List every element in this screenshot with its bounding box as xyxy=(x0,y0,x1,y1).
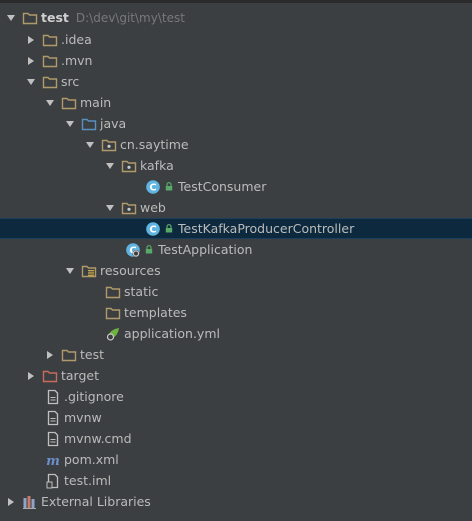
tree-item-label: cn.saytime xyxy=(120,137,189,152)
chevron-down-icon[interactable] xyxy=(105,203,115,213)
file-icon xyxy=(45,410,61,426)
tree-item-templates[interactable]: templates xyxy=(0,302,472,323)
tree-item-label: External Libraries xyxy=(41,494,151,509)
chevron-right-icon[interactable] xyxy=(26,56,36,66)
tree-item-resources[interactable]: resources xyxy=(0,260,472,281)
tree-item-label: resources xyxy=(100,263,161,278)
tree-item-label: .idea xyxy=(61,32,92,47)
tree-item-src[interactable]: src xyxy=(0,71,472,92)
tree-item-external-libraries[interactable]: External Libraries xyxy=(0,491,472,512)
class-icon xyxy=(145,221,161,237)
source-folder-icon xyxy=(81,116,97,132)
tree-item-label: test xyxy=(80,347,105,362)
tree-item-label: application.yml xyxy=(124,326,220,341)
folder-icon xyxy=(22,10,38,26)
chevron-down-icon[interactable] xyxy=(85,140,95,150)
file-icon xyxy=(45,431,61,447)
chevron-down-icon[interactable] xyxy=(65,266,75,276)
tree-item-static[interactable]: static xyxy=(0,281,472,302)
tree-item-main[interactable]: main xyxy=(0,92,472,113)
tree-item-label: TestApplication xyxy=(158,242,253,257)
package-icon xyxy=(101,137,117,153)
folder-icon xyxy=(105,305,121,321)
chevron-down-icon[interactable] xyxy=(26,77,36,87)
chevron-right-icon[interactable] xyxy=(45,350,55,360)
tree-item-label: src xyxy=(61,74,80,89)
chevron-right-icon[interactable] xyxy=(6,497,16,507)
tree-item-target[interactable]: target xyxy=(0,365,472,386)
chevron-down-icon[interactable] xyxy=(45,98,55,108)
libraries-icon xyxy=(22,494,38,510)
tree-item-label: .mvn xyxy=(61,53,93,68)
chevron-right-icon[interactable] xyxy=(26,371,36,381)
tree-item-label: TestConsumer xyxy=(178,179,267,194)
maven-icon xyxy=(45,452,61,468)
root-path: D:\dev\git\my\test xyxy=(75,10,185,25)
tree-item-label: TestKafkaProducerController xyxy=(178,221,355,236)
tree-item-label: test.iml xyxy=(64,473,112,488)
root-label: test xyxy=(41,10,69,25)
resources-folder-icon xyxy=(81,263,97,279)
tree-item-label: web xyxy=(140,200,166,215)
tree-item-java[interactable]: java xyxy=(0,113,472,134)
tree-item-label: mvnw.cmd xyxy=(64,431,132,446)
package-icon xyxy=(121,158,137,174)
tree-item-label: target xyxy=(61,368,100,383)
chevron-right-icon[interactable] xyxy=(26,35,36,45)
tree-item-label: templates xyxy=(124,305,187,320)
tree-item-root[interactable]: test D:\dev\git\my\test xyxy=(0,7,472,28)
tree-item-label: kafka xyxy=(140,158,174,173)
tree-item-pom[interactable]: pom.xml xyxy=(0,449,472,470)
tree-item-gitignore[interactable]: .gitignore xyxy=(0,386,472,407)
excluded-folder-icon xyxy=(42,368,58,384)
lock-icon xyxy=(164,179,174,195)
tree-item-label: main xyxy=(80,95,112,110)
chevron-down-icon[interactable] xyxy=(6,13,16,23)
tree-item-kafka[interactable]: kafka xyxy=(0,155,472,176)
file-icon xyxy=(45,389,61,405)
tree-item-package[interactable]: cn.saytime xyxy=(0,134,472,155)
spring-boot-class-icon xyxy=(125,242,141,258)
folder-icon xyxy=(105,284,121,300)
tree-item-idea[interactable]: .idea xyxy=(0,29,472,50)
tree-item-mvnw-cmd[interactable]: mvnw.cmd xyxy=(0,428,472,449)
tree-item-label: pom.xml xyxy=(64,452,119,467)
tree-item-mvnw[interactable]: mvnw xyxy=(0,407,472,428)
tree-item-test-application[interactable]: TestApplication xyxy=(0,239,472,260)
chevron-down-icon[interactable] xyxy=(65,119,75,129)
lock-icon xyxy=(144,242,154,258)
tree-item-application-yml[interactable]: application.yml xyxy=(0,323,472,344)
package-icon xyxy=(121,200,137,216)
tree-item-test-dir[interactable]: test xyxy=(0,344,472,365)
spring-config-icon xyxy=(105,326,121,342)
tree-item-controller[interactable]: TestKafkaProducerController xyxy=(0,218,472,239)
chevron-down-icon[interactable] xyxy=(105,161,115,171)
tree-item-mvn[interactable]: .mvn xyxy=(0,50,472,71)
lock-icon xyxy=(164,221,174,237)
folder-icon xyxy=(42,53,58,69)
folder-icon xyxy=(42,32,58,48)
tree-item-test-iml[interactable]: test.iml xyxy=(0,470,472,491)
tree-item-label: java xyxy=(100,116,127,131)
module-file-icon xyxy=(45,473,61,489)
class-icon xyxy=(145,179,161,195)
folder-icon xyxy=(42,74,58,90)
top-separator xyxy=(0,0,472,3)
tree-item-label: mvnw xyxy=(64,410,102,425)
folder-icon xyxy=(61,347,77,363)
tree-item-web[interactable]: web xyxy=(0,197,472,218)
tree-item-label: .gitignore xyxy=(64,389,124,404)
folder-icon xyxy=(61,95,77,111)
tree-item-label: static xyxy=(124,284,159,299)
tree-item-test-consumer[interactable]: TestConsumer xyxy=(0,176,472,197)
